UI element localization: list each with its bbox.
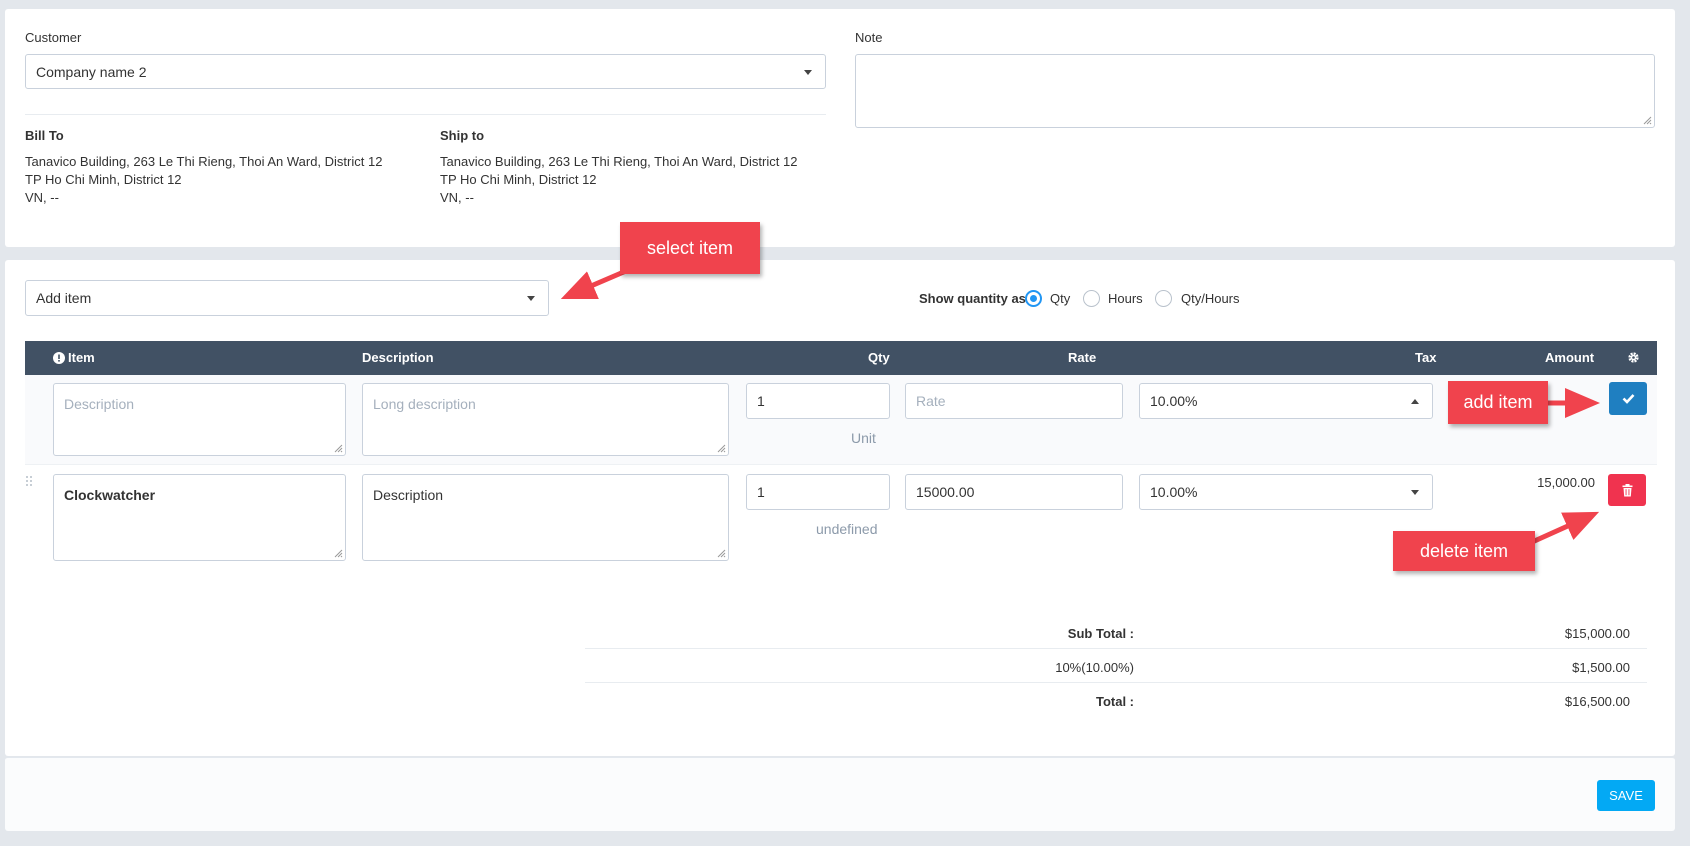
ship-to-address: Tanavico Building, 263 Le Thi Rieng, Tho… — [440, 153, 797, 207]
subtotal-label: Sub Total : — [1067, 626, 1134, 641]
check-icon — [1622, 394, 1634, 404]
header-item: Item — [68, 350, 95, 365]
items-panel: Add item Show quantity as: Qty Hours Qty… — [5, 260, 1675, 756]
item-qty-value: 1 — [757, 484, 765, 500]
exclamation-circle-icon — [53, 352, 65, 364]
resize-grip-icon[interactable] — [333, 443, 343, 453]
item-amount: 15,000.00 — [1537, 475, 1595, 490]
items-table-header: Item Description Qty Rate Tax Amount — [25, 341, 1657, 375]
add-item-confirm-button[interactable] — [1609, 382, 1647, 415]
new-item-unit-label: Unit — [851, 430, 876, 446]
footer-bar: SAVE — [5, 757, 1675, 831]
radio-hours[interactable] — [1083, 290, 1100, 307]
item-description-input[interactable]: Description — [362, 474, 729, 561]
item-name-input[interactable]: Clockwatcher — [53, 474, 346, 561]
save-button[interactable]: SAVE — [1597, 780, 1655, 811]
new-item-tax-select[interactable]: 10.00% — [1139, 383, 1433, 419]
divider — [25, 114, 826, 115]
header-amount: Amount — [1545, 350, 1595, 365]
item-description-value: Description — [373, 487, 444, 503]
item-tax-value: 10.00% — [1150, 484, 1198, 500]
new-item-description-input[interactable]: Description — [53, 383, 346, 456]
customer-select[interactable]: Company name 2 — [25, 54, 826, 89]
resize-grip-icon[interactable] — [333, 548, 343, 558]
add-item-select[interactable]: Add item — [25, 280, 549, 316]
new-item-rate-placeholder: Rate — [916, 393, 946, 409]
radio-hours-label[interactable]: Hours — [1108, 291, 1143, 306]
select-item-callout: select item — [620, 222, 760, 274]
ship-to-line2: TP Ho Chi Minh, District 12 — [440, 172, 597, 187]
new-item-tax-value: 10.00% — [1150, 393, 1198, 409]
header-description: Description — [362, 350, 434, 365]
chevron-down-icon — [527, 296, 535, 301]
bill-to-address: Tanavico Building, 263 Le Thi Rieng, Tho… — [25, 153, 382, 207]
customer-panel: Customer Company name 2 Bill To Tanavico… — [5, 9, 1675, 247]
chevron-down-icon — [804, 69, 812, 75]
item-rate-value: 15000.00 — [916, 484, 975, 500]
total-label: Total : — [1095, 694, 1134, 709]
drag-handle-icon[interactable] — [25, 475, 33, 489]
item-tax-select[interactable]: 10.00% — [1139, 474, 1433, 510]
quantity-mode-label: Show quantity as: — [919, 291, 1031, 306]
trash-icon — [1622, 483, 1632, 496]
bill-to-line3: VN, -- — [25, 190, 59, 205]
divider — [585, 682, 1647, 683]
item-name-value: Clockwatcher — [64, 487, 156, 503]
customer-label: Customer — [25, 30, 82, 45]
ship-to-title: Ship to — [440, 128, 485, 143]
resize-grip-icon[interactable] — [1642, 115, 1652, 125]
header-tax: Tax — [1415, 350, 1437, 365]
new-item-rate-input[interactable]: Rate — [905, 383, 1123, 419]
add-item-placeholder: Add item — [36, 290, 92, 306]
ship-to-line1: Tanavico Building, 263 Le Thi Rieng, Tho… — [440, 154, 798, 169]
new-item-qty-input[interactable]: 1 — [746, 383, 890, 419]
item-qty-input[interactable]: 1 — [746, 474, 890, 510]
item-unit-label: undefined — [816, 521, 878, 537]
resize-grip-icon[interactable] — [716, 443, 726, 453]
note-label: Note — [855, 30, 883, 45]
item-rate-input[interactable]: 15000.00 — [905, 474, 1123, 510]
new-item-long-description-placeholder: Long description — [373, 396, 476, 412]
subtotal-value: $15,000.00 — [1564, 626, 1630, 641]
resize-grip-icon[interactable] — [716, 548, 726, 558]
new-item-description-placeholder: Description — [64, 396, 135, 412]
radio-qty-hours[interactable] — [1155, 290, 1172, 307]
customer-value: Company name 2 — [36, 63, 147, 80]
tax-value: $1,500.00 — [1572, 660, 1630, 675]
note-textarea[interactable] — [855, 54, 1655, 128]
header-rate: Rate — [1068, 350, 1097, 365]
new-item-long-description-input[interactable]: Long description — [362, 383, 729, 456]
ship-to-line3: VN, -- — [440, 190, 474, 205]
bill-to-title: Bill To — [25, 128, 64, 143]
add-item-callout: add item — [1448, 381, 1548, 424]
radio-qty[interactable] — [1025, 290, 1042, 307]
divider — [585, 648, 1647, 649]
bill-to-line2: TP Ho Chi Minh, District 12 — [25, 172, 182, 187]
radio-qty-label[interactable]: Qty — [1050, 291, 1070, 306]
new-item-qty-value: 1 — [757, 393, 765, 409]
radio-qty-hours-label[interactable]: Qty/Hours — [1181, 291, 1240, 306]
tax-label: 10%(10.00%) — [1055, 660, 1134, 675]
gear-icon[interactable] — [1627, 351, 1640, 364]
chevron-up-icon — [1411, 399, 1419, 404]
bill-to-line1: Tanavico Building, 263 Le Thi Rieng, Tho… — [25, 154, 383, 169]
delete-item-callout: delete item — [1393, 531, 1535, 571]
header-qty: Qty — [868, 350, 890, 365]
total-value: $16,500.00 — [1564, 694, 1630, 709]
chevron-down-icon — [1411, 490, 1419, 495]
delete-item-button[interactable] — [1608, 474, 1646, 506]
